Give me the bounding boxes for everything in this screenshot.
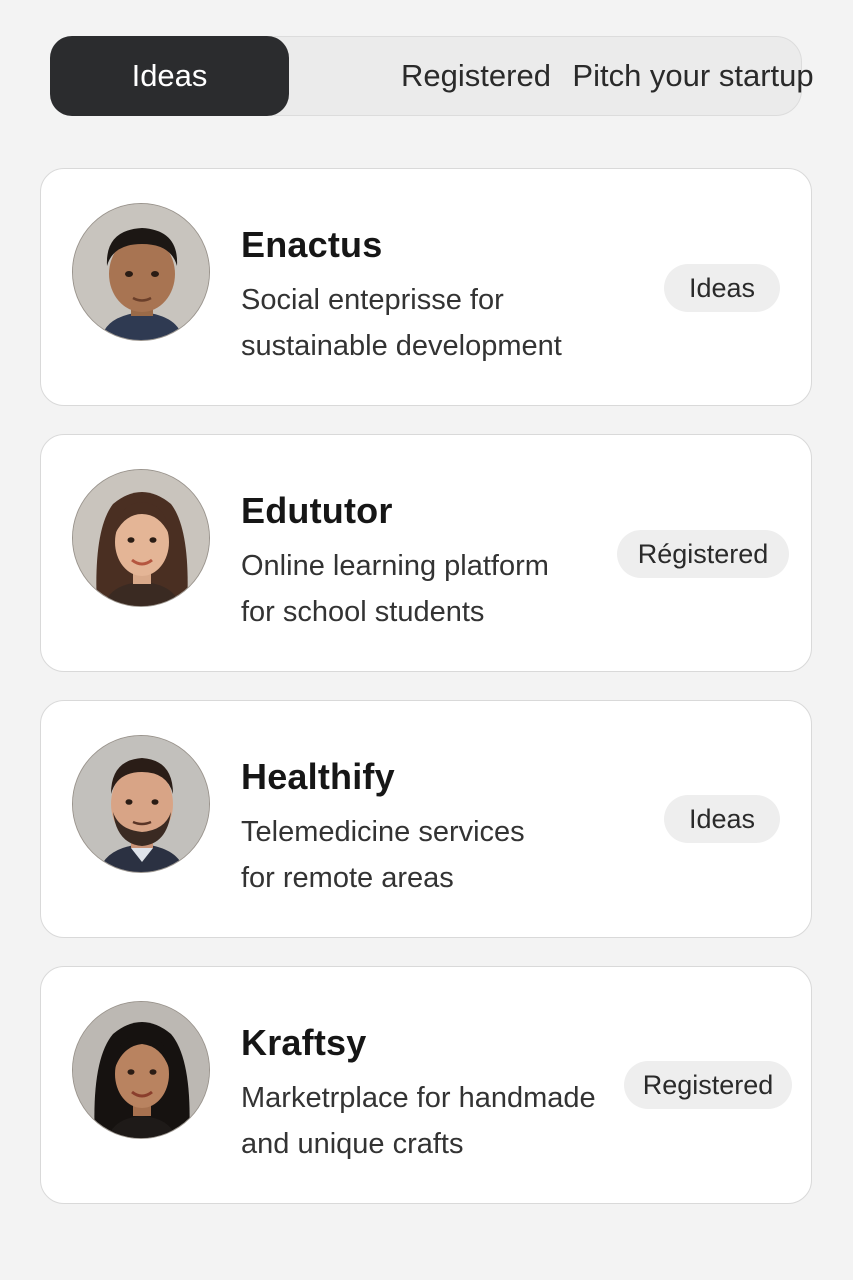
startup-description: Online learning platform for school stud… xyxy=(241,543,549,635)
startup-title: Healthify xyxy=(241,756,395,797)
startup-title: Enactus xyxy=(241,224,383,265)
startup-description-line: for remote areas xyxy=(241,862,454,894)
startup-title: Edututor xyxy=(241,490,393,531)
startup-description-line: Telemedicine services xyxy=(241,816,525,848)
startup-description: Telemedicine services for remote areas xyxy=(241,809,525,901)
tab-pitch-your-startup[interactable]: Pitch your startup xyxy=(563,36,823,116)
status-badge[interactable]: Ideas xyxy=(664,264,780,312)
startup-description-line: and unique crafts xyxy=(241,1128,464,1160)
startup-description: Social enteprisse for sustainable develo… xyxy=(241,277,562,369)
status-badge[interactable]: Ideas xyxy=(664,795,780,843)
avatar xyxy=(72,469,210,607)
startup-title: Kraftsy xyxy=(241,1022,367,1063)
startup-list-screen: Ideas Registered Pitch your startup Enac… xyxy=(0,0,853,1280)
startup-card-edututor[interactable]: Edututor Online learning platform for sc… xyxy=(40,434,812,672)
tab-ideas[interactable]: Ideas xyxy=(50,36,289,116)
startup-description-line: Marketrplace for handmade xyxy=(241,1082,596,1114)
avatar xyxy=(72,1001,210,1139)
startup-card-kraftsy[interactable]: Kraftsy Marketrplace for handmade and un… xyxy=(40,966,812,1204)
startup-description-line: sustainable development xyxy=(241,330,562,362)
segmented-tab-bar: Ideas Registered Pitch your startup xyxy=(50,36,814,116)
status-badge[interactable]: Registered xyxy=(624,1061,792,1109)
startup-description-line: Social enteprisse for xyxy=(241,284,504,316)
startup-description: Marketrplace for handmade and unique cra… xyxy=(241,1075,596,1167)
avatar xyxy=(72,203,210,341)
startup-card-enactus[interactable]: Enactus Social enteprisse for sustainabl… xyxy=(40,168,812,406)
avatar xyxy=(72,735,210,873)
status-badge[interactable]: Régistered xyxy=(617,530,789,578)
startup-description-line: Online learning platform xyxy=(241,550,549,582)
startup-description-line: for school students xyxy=(241,596,485,628)
startup-card-healthify[interactable]: Healthify Telemedicine services for remo… xyxy=(40,700,812,938)
